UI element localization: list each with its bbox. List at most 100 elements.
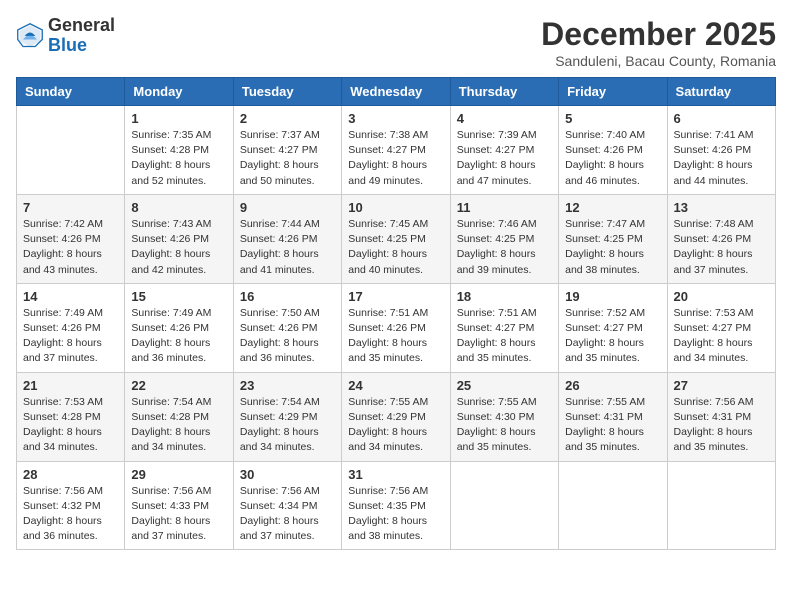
calendar-cell: 15 Sunrise: 7:49 AM Sunset: 4:26 PM Dayli… xyxy=(125,283,233,372)
calendar-week-row: 7 Sunrise: 7:42 AM Sunset: 4:26 PM Daylig… xyxy=(17,194,776,283)
calendar-cell: 4 Sunrise: 7:39 AM Sunset: 4:27 PM Daylig… xyxy=(450,106,558,195)
day-number: 19 xyxy=(565,289,660,304)
day-info: Sunrise: 7:37 AM Sunset: 4:27 PM Dayligh… xyxy=(240,128,335,189)
calendar-cell: 2 Sunrise: 7:37 AM Sunset: 4:27 PM Daylig… xyxy=(233,106,341,195)
day-number: 12 xyxy=(565,200,660,215)
day-number: 29 xyxy=(131,467,226,482)
day-info: Sunrise: 7:44 AM Sunset: 4:26 PM Dayligh… xyxy=(240,217,335,278)
weekday-header-row: SundayMondayTuesdayWednesdayThursdayFrid… xyxy=(17,78,776,106)
location-subtitle: Sanduleni, Bacau County, Romania xyxy=(541,53,776,69)
calendar-cell: 17Sunrise: 7:51 AM Sunset: 4:26 PM Dayli… xyxy=(342,283,450,372)
day-number: 31 xyxy=(348,467,443,482)
day-number: 4 xyxy=(457,111,552,126)
day-info: Sunrise: 7:55 AM Sunset: 4:29 PM Dayligh… xyxy=(348,395,443,456)
calendar-cell xyxy=(559,461,667,550)
day-number: 24 xyxy=(348,378,443,393)
day-number: 15 xyxy=(131,289,226,304)
title-block: December 2025 Sanduleni, Bacau County, R… xyxy=(541,16,776,69)
logo: General Blue xyxy=(16,16,115,56)
day-info: Sunrise: 7:56 AM Sunset: 4:32 PM Dayligh… xyxy=(23,484,118,545)
day-info: Sunrise: 7:51 AM Sunset: 4:26 PM Dayligh… xyxy=(348,306,443,367)
logo-text: General Blue xyxy=(48,16,115,56)
calendar-cell xyxy=(17,106,125,195)
day-number: 16 xyxy=(240,289,335,304)
calendar-cell: 11Sunrise: 7:46 AM Sunset: 4:25 PM Dayli… xyxy=(450,194,558,283)
calendar-cell: 9 Sunrise: 7:44 AM Sunset: 4:26 PM Daylig… xyxy=(233,194,341,283)
day-info: Sunrise: 7:53 AM Sunset: 4:27 PM Dayligh… xyxy=(674,306,769,367)
calendar-week-row: 14Sunrise: 7:49 AM Sunset: 4:26 PM Dayli… xyxy=(17,283,776,372)
day-info: Sunrise: 7:40 AM Sunset: 4:26 PM Dayligh… xyxy=(565,128,660,189)
calendar-cell: 26 Sunrise: 7:55 AM Sunset: 4:31 PM Dayli… xyxy=(559,372,667,461)
weekday-header-sunday: Sunday xyxy=(17,78,125,106)
calendar-cell: 5 Sunrise: 7:40 AM Sunset: 4:26 PM Daylig… xyxy=(559,106,667,195)
day-info: Sunrise: 7:51 AM Sunset: 4:27 PM Dayligh… xyxy=(457,306,552,367)
calendar-cell: 29 Sunrise: 7:56 AM Sunset: 4:33 PM Dayli… xyxy=(125,461,233,550)
day-number: 20 xyxy=(674,289,769,304)
calendar-cell xyxy=(450,461,558,550)
day-number: 21 xyxy=(23,378,118,393)
day-info: Sunrise: 7:56 AM Sunset: 4:33 PM Dayligh… xyxy=(131,484,226,545)
day-info: Sunrise: 7:48 AM Sunset: 4:26 PM Dayligh… xyxy=(674,217,769,278)
day-info: Sunrise: 7:54 AM Sunset: 4:29 PM Dayligh… xyxy=(240,395,335,456)
day-number: 25 xyxy=(457,378,552,393)
calendar-cell: 10Sunrise: 7:45 AM Sunset: 4:25 PM Dayli… xyxy=(342,194,450,283)
day-number: 7 xyxy=(23,200,118,215)
day-number: 23 xyxy=(240,378,335,393)
day-number: 13 xyxy=(674,200,769,215)
weekday-header-tuesday: Tuesday xyxy=(233,78,341,106)
day-info: Sunrise: 7:56 AM Sunset: 4:31 PM Dayligh… xyxy=(674,395,769,456)
weekday-header-saturday: Saturday xyxy=(667,78,775,106)
day-info: Sunrise: 7:45 AM Sunset: 4:25 PM Dayligh… xyxy=(348,217,443,278)
day-number: 5 xyxy=(565,111,660,126)
day-info: Sunrise: 7:56 AM Sunset: 4:34 PM Dayligh… xyxy=(240,484,335,545)
day-info: Sunrise: 7:43 AM Sunset: 4:26 PM Dayligh… xyxy=(131,217,226,278)
calendar-cell: 25 Sunrise: 7:55 AM Sunset: 4:30 PM Dayli… xyxy=(450,372,558,461)
day-number: 18 xyxy=(457,289,552,304)
calendar-cell: 13 Sunrise: 7:48 AM Sunset: 4:26 PM Dayli… xyxy=(667,194,775,283)
logo-blue-text: Blue xyxy=(48,35,87,55)
day-info: Sunrise: 7:53 AM Sunset: 4:28 PM Dayligh… xyxy=(23,395,118,456)
calendar-cell: 20 Sunrise: 7:53 AM Sunset: 4:27 PM Dayli… xyxy=(667,283,775,372)
calendar-cell: 12 Sunrise: 7:47 AM Sunset: 4:25 PM Dayli… xyxy=(559,194,667,283)
day-info: Sunrise: 7:50 AM Sunset: 4:26 PM Dayligh… xyxy=(240,306,335,367)
weekday-header-friday: Friday xyxy=(559,78,667,106)
calendar-cell: 6 Sunrise: 7:41 AM Sunset: 4:26 PM Daylig… xyxy=(667,106,775,195)
day-number: 6 xyxy=(674,111,769,126)
day-number: 3 xyxy=(348,111,443,126)
month-title: December 2025 xyxy=(541,16,776,53)
calendar-cell: 31 Sunrise: 7:56 AM Sunset: 4:35 PM Dayli… xyxy=(342,461,450,550)
calendar-week-row: 28Sunrise: 7:56 AM Sunset: 4:32 PM Dayli… xyxy=(17,461,776,550)
day-info: Sunrise: 7:47 AM Sunset: 4:25 PM Dayligh… xyxy=(565,217,660,278)
calendar-cell: 16 Sunrise: 7:50 AM Sunset: 4:26 PM Dayli… xyxy=(233,283,341,372)
day-info: Sunrise: 7:49 AM Sunset: 4:26 PM Dayligh… xyxy=(23,306,118,367)
calendar-cell: 7 Sunrise: 7:42 AM Sunset: 4:26 PM Daylig… xyxy=(17,194,125,283)
day-info: Sunrise: 7:55 AM Sunset: 4:30 PM Dayligh… xyxy=(457,395,552,456)
logo-general: General xyxy=(48,15,115,35)
day-info: Sunrise: 7:52 AM Sunset: 4:27 PM Dayligh… xyxy=(565,306,660,367)
day-info: Sunrise: 7:39 AM Sunset: 4:27 PM Dayligh… xyxy=(457,128,552,189)
weekday-header-thursday: Thursday xyxy=(450,78,558,106)
day-number: 9 xyxy=(240,200,335,215)
day-info: Sunrise: 7:55 AM Sunset: 4:31 PM Dayligh… xyxy=(565,395,660,456)
calendar-cell: 23 Sunrise: 7:54 AM Sunset: 4:29 PM Dayli… xyxy=(233,372,341,461)
day-info: Sunrise: 7:38 AM Sunset: 4:27 PM Dayligh… xyxy=(348,128,443,189)
day-number: 26 xyxy=(565,378,660,393)
day-info: Sunrise: 7:49 AM Sunset: 4:26 PM Dayligh… xyxy=(131,306,226,367)
day-info: Sunrise: 7:41 AM Sunset: 4:26 PM Dayligh… xyxy=(674,128,769,189)
calendar-cell: 19 Sunrise: 7:52 AM Sunset: 4:27 PM Dayli… xyxy=(559,283,667,372)
calendar-cell: 3 Sunrise: 7:38 AM Sunset: 4:27 PM Daylig… xyxy=(342,106,450,195)
day-info: Sunrise: 7:46 AM Sunset: 4:25 PM Dayligh… xyxy=(457,217,552,278)
calendar-cell: 1 Sunrise: 7:35 AM Sunset: 4:28 PM Daylig… xyxy=(125,106,233,195)
day-number: 1 xyxy=(131,111,226,126)
calendar-cell: 27 Sunrise: 7:56 AM Sunset: 4:31 PM Dayli… xyxy=(667,372,775,461)
day-number: 27 xyxy=(674,378,769,393)
day-number: 2 xyxy=(240,111,335,126)
day-info: Sunrise: 7:56 AM Sunset: 4:35 PM Dayligh… xyxy=(348,484,443,545)
page-header: General Blue December 2025 Sanduleni, Ba… xyxy=(16,16,776,69)
day-info: Sunrise: 7:42 AM Sunset: 4:26 PM Dayligh… xyxy=(23,217,118,278)
weekday-header-monday: Monday xyxy=(125,78,233,106)
day-number: 8 xyxy=(131,200,226,215)
calendar-cell: 28Sunrise: 7:56 AM Sunset: 4:32 PM Dayli… xyxy=(17,461,125,550)
calendar-cell: 22Sunrise: 7:54 AM Sunset: 4:28 PM Dayli… xyxy=(125,372,233,461)
day-info: Sunrise: 7:35 AM Sunset: 4:28 PM Dayligh… xyxy=(131,128,226,189)
